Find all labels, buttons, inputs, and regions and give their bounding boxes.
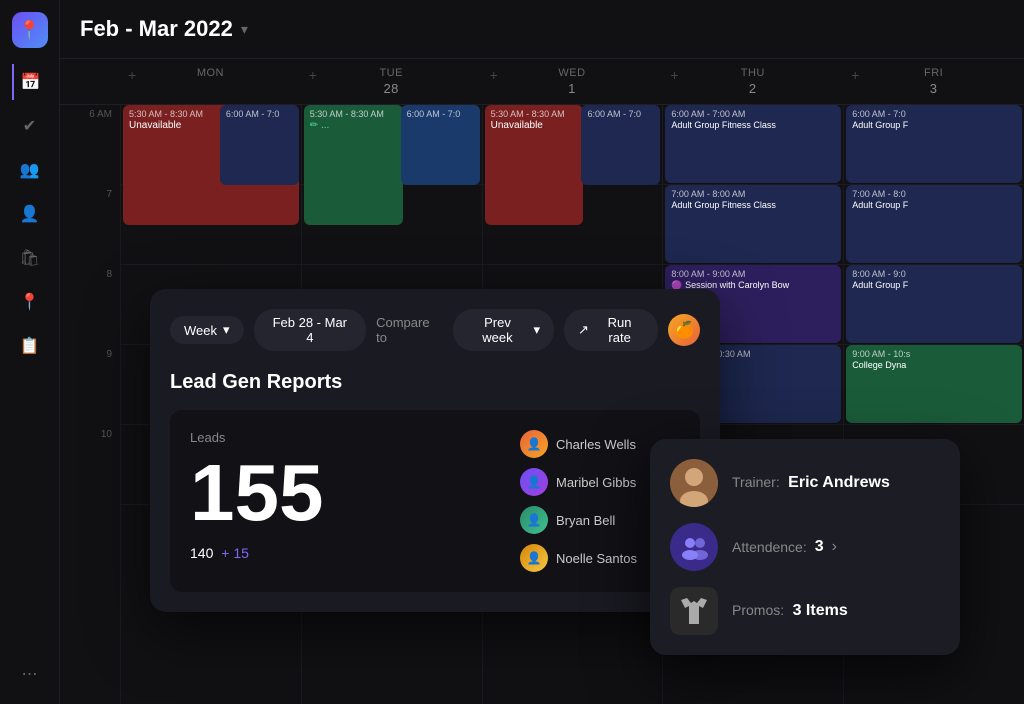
event-fri-9am[interactable]: 9:00 AM - 10:s College Dyna <box>846 345 1022 423</box>
person-name: Charles Wells <box>556 437 636 452</box>
time-column: 6 AM 7 8 9 10 <box>60 105 120 704</box>
leads-number: 155 <box>190 453 500 533</box>
day-headers-row: + MON + TUE 28 + WED 1 + THU 2 + FRI <box>60 59 1024 105</box>
add-tue-button[interactable]: + <box>309 67 318 83</box>
event-tue-group[interactable]: 6:00 AM - 7:0 <box>401 105 480 185</box>
lead-gen-panel: Week ▾ Feb 28 - Mar 4 Compare to Prev we… <box>150 289 720 612</box>
day-header-fri: + FRI 3 <box>843 59 1024 104</box>
day-header-wed: + WED 1 <box>482 59 663 104</box>
promos-value: 3 Items <box>793 602 848 619</box>
attendance-value: 3 <box>815 538 824 556</box>
date-range-label: Feb 28 - Mar 4 <box>268 315 353 345</box>
add-wed-button[interactable]: + <box>490 67 499 83</box>
attendance-row: Attendence: 3 › <box>670 523 940 571</box>
leads-stats: Leads 155 140 + 15 <box>190 430 500 561</box>
time-9am: 9 <box>60 345 120 425</box>
main-content: Feb - Mar 2022 ▾ + MON + TUE 28 + WED 1 <box>60 0 1024 704</box>
add-fri-button[interactable]: + <box>851 67 860 83</box>
avatar: 👤 <box>520 430 548 458</box>
event-thu-7am[interactable]: 7:00 AM - 8:00 AM Adult Group Fitness Cl… <box>665 185 841 263</box>
sidebar-item-tasks[interactable]: ✔ <box>12 108 48 144</box>
event-wed-unavailable[interactable]: 5:30 AM - 8:30 AM Unavailable <box>485 105 584 225</box>
prev-week-label: Prev week <box>467 315 527 345</box>
avatar: 👤 <box>520 506 548 534</box>
week-selector-button[interactable]: Week ▾ <box>170 316 244 344</box>
app-logo[interactable]: 📍 <box>12 12 48 48</box>
add-mon-button[interactable]: + <box>128 67 137 83</box>
sidebar: 📍 📅 ✔ 👥 👤 🛍 📍 📋 ⋯ <box>0 0 60 704</box>
day-header-mon: + MON <box>120 59 301 104</box>
person-name: Bryan Bell <box>556 513 615 528</box>
run-rate-button[interactable]: ↗ Run rate <box>564 309 658 351</box>
promos-label: Promos: <box>732 602 784 618</box>
event-mon-group[interactable]: 6:00 AM - 7:0 <box>220 105 299 185</box>
prev-week-dropdown-icon: ▾ <box>534 322 541 338</box>
day-header-thu: + THU 2 <box>662 59 843 104</box>
attendance-info[interactable]: Attendence: 3 › <box>732 538 837 556</box>
sidebar-item-more[interactable]: ⋯ <box>12 656 48 692</box>
event-fri-8am[interactable]: 8:00 AM - 9:0 Adult Group F <box>846 265 1022 343</box>
event-fri-7am[interactable]: 7:00 AM - 8:0 Adult Group F <box>846 185 1022 263</box>
panel-title: Lead Gen Reports <box>170 371 700 394</box>
title-dropdown-icon[interactable]: ▾ <box>241 21 248 38</box>
person-name: Noelle Santos <box>556 551 637 566</box>
leads-sub: 140 + 15 <box>190 545 500 561</box>
sidebar-item-shop[interactable]: 🛍 <box>12 240 48 276</box>
attendance-arrow-icon[interactable]: › <box>832 538 837 556</box>
trainer-info: Trainer: Eric Andrews <box>732 474 890 492</box>
trainer-avatar <box>670 459 718 507</box>
leads-card: Leads 155 140 + 15 👤 Charles Wells 👤 Mar… <box>170 410 700 592</box>
run-rate-icon: ↗ <box>578 322 589 338</box>
calendar-header: Feb - Mar 2022 ▾ <box>60 0 1024 59</box>
sidebar-item-profile[interactable]: 👤 <box>12 196 48 232</box>
event-fri-6am[interactable]: 6:00 AM - 7:0 Adult Group F <box>846 105 1022 183</box>
trainer-label: Trainer: <box>732 474 780 490</box>
event-wed-group[interactable]: 6:00 AM - 7:0 <box>581 105 660 185</box>
promos-row: Promos: 3 Items <box>670 587 940 635</box>
event-tue-unavailable[interactable]: 5:30 AM - 8:30 AM ✏ ... <box>304 105 403 225</box>
sidebar-item-location[interactable]: 📍 <box>12 284 48 320</box>
sidebar-item-reports[interactable]: 📋 <box>12 328 48 364</box>
time-7am: 7 <box>60 185 120 265</box>
trainer-name: Eric Andrews <box>788 474 890 491</box>
avatar: 👤 <box>520 544 548 572</box>
trainer-row: Trainer: Eric Andrews <box>670 459 940 507</box>
day-header-tue: + TUE 28 <box>301 59 482 104</box>
leads-plus: + 15 <box>221 545 249 561</box>
prev-week-button[interactable]: Prev week ▾ <box>453 309 554 351</box>
promos-icon <box>670 587 718 635</box>
time-8am: 8 <box>60 265 120 345</box>
run-rate-label: Run rate <box>595 315 644 345</box>
compare-label: Compare to <box>376 315 443 345</box>
calendar-grid: + MON + TUE 28 + WED 1 + THU 2 + FRI <box>60 59 1024 704</box>
leads-base: 140 <box>190 545 213 561</box>
sidebar-item-contacts[interactable]: 👥 <box>12 152 48 188</box>
add-thu-button[interactable]: + <box>670 67 679 83</box>
event-thu-6am[interactable]: 6:00 AM - 7:00 AM Adult Group Fitness Cl… <box>665 105 841 183</box>
session-popup: Trainer: Eric Andrews Attendence: 3 <box>650 439 960 655</box>
promos-info: Promos: 3 Items <box>732 602 848 620</box>
time-6am: 6 AM <box>60 105 120 185</box>
week-label: Week <box>184 323 217 338</box>
attendance-icon <box>670 523 718 571</box>
date-range-button[interactable]: Feb 28 - Mar 4 <box>254 309 367 351</box>
user-avatar[interactable]: 🍊 <box>668 314 700 346</box>
page-title: Feb - Mar 2022 <box>80 16 233 42</box>
person-name: Maribel Gibbs <box>556 475 636 490</box>
time-10am: 10 <box>60 425 120 505</box>
panel-toolbar: Week ▾ Feb 28 - Mar 4 Compare to Prev we… <box>170 309 700 351</box>
sidebar-item-calendar[interactable]: 📅 <box>12 64 48 100</box>
avatar: 👤 <box>520 468 548 496</box>
week-dropdown-icon: ▾ <box>223 322 230 338</box>
attendance-label: Attendence: <box>732 539 807 555</box>
leads-label: Leads <box>190 430 500 445</box>
